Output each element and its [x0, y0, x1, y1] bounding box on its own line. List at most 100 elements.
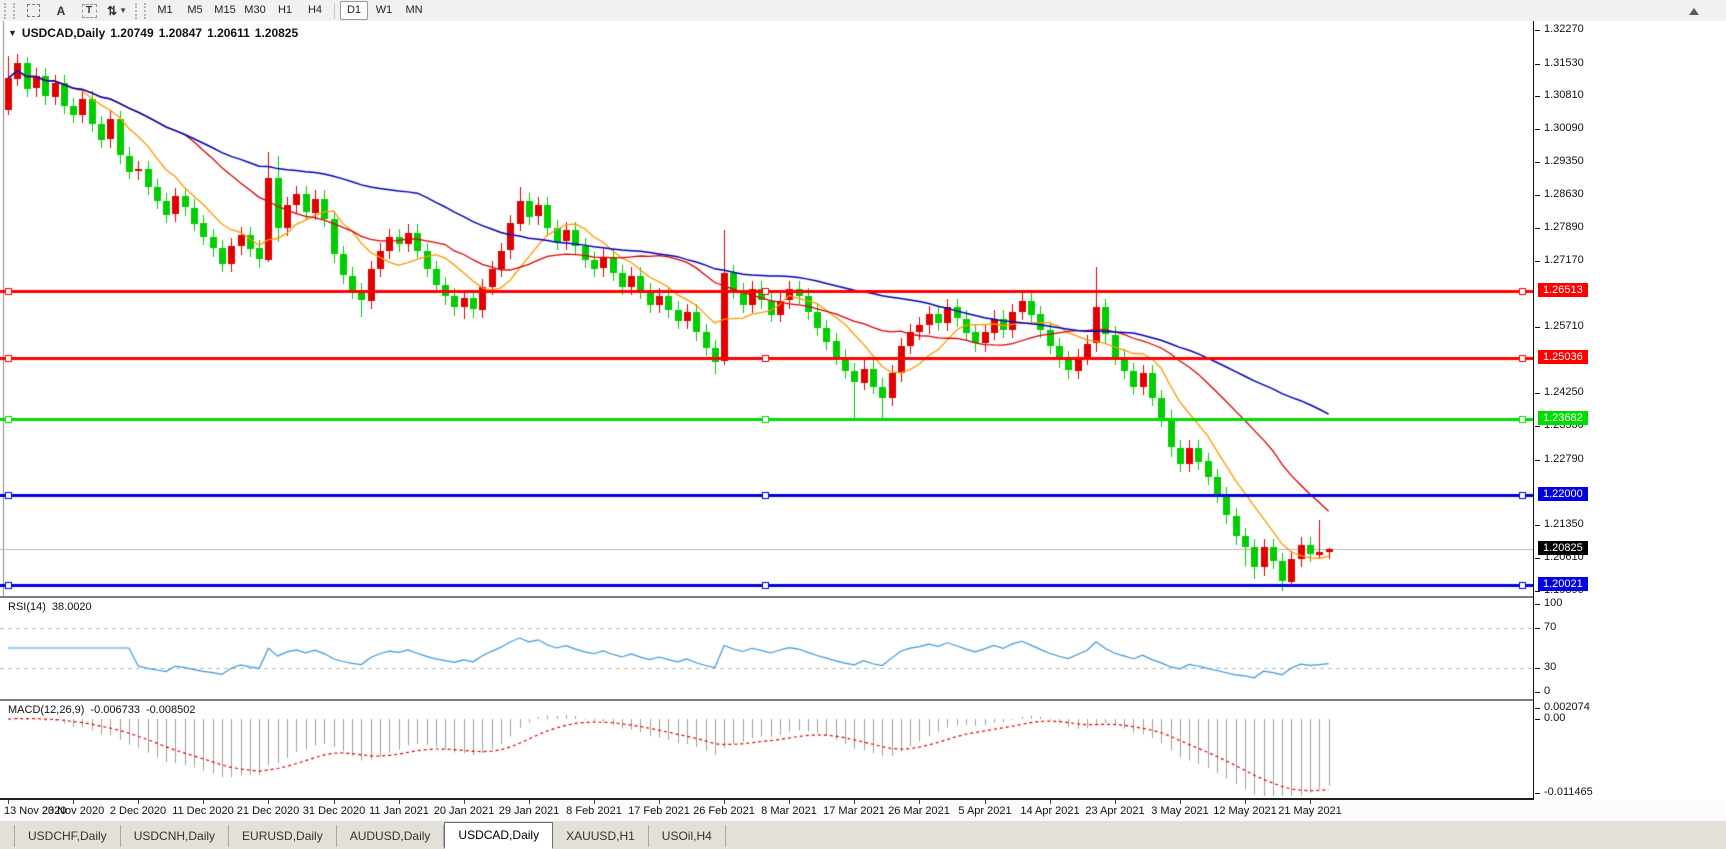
date-label: 2 Dec 2020 — [109, 805, 167, 817]
price-tick: 1.24250 — [1535, 386, 1584, 398]
timeframe-button-m15[interactable]: M15 — [211, 1, 239, 20]
price-tick: 1.21350 — [1535, 518, 1584, 530]
date-label: 3 May 2021 — [1151, 805, 1209, 817]
rsi-tick: 30 — [1534, 661, 1557, 673]
price-tick: 1.27170 — [1535, 254, 1584, 266]
time-tick — [1115, 800, 1116, 804]
time-tick — [399, 800, 400, 804]
chevron-down-icon: ▼ — [119, 6, 127, 15]
timeframe-button-w1[interactable]: W1 — [370, 1, 398, 20]
ohlc-open: 1.20749 — [110, 26, 154, 40]
date-label: 31 Dec 2020 — [302, 805, 366, 817]
price-tick: 1.22790 — [1535, 453, 1584, 465]
time-tick — [529, 800, 530, 804]
price-level-badge: 1.22000 — [1538, 487, 1588, 501]
cycle-arrows-icon[interactable]: ⇅ ▼ — [106, 2, 128, 19]
chart-dropdown-icon[interactable]: ▼ — [8, 28, 17, 38]
time-tick — [268, 800, 269, 804]
date-label: 5 Apr 2021 — [958, 805, 1012, 817]
date-label: 21 May 2021 — [1278, 805, 1342, 817]
macd-panel[interactable]: MACD(12,26,9) -0.006733 -0.008502 — [0, 701, 1726, 800]
date-label: 12 May 2021 — [1213, 805, 1277, 817]
price-chart-panel[interactable]: ▼ USDCAD,Daily 1.20749 1.20847 1.20611 1… — [0, 21, 1726, 598]
time-tick — [464, 800, 465, 804]
rsi-label: RSI(14) 38.0020 — [8, 601, 92, 613]
time-axis[interactable]: 13 Nov 2020 23 Nov 2020 2 Dec 2020 11 Dec 2… — [0, 800, 1726, 822]
ohlc-high: 1.20847 — [158, 26, 203, 40]
toolbar-separator — [334, 2, 335, 19]
timeframe-button-d1[interactable]: D1 — [340, 1, 368, 20]
chart-tab-usdcnh[interactable]: USDCNH,Daily — [121, 825, 230, 847]
chart-tab-usdcad[interactable]: USDCAD,Daily — [444, 822, 554, 849]
date-label: 8 Mar 2021 — [761, 805, 817, 817]
timeframe-button-mn[interactable]: MN — [400, 1, 428, 20]
chart-tab-eurusd[interactable]: EURUSD,Daily — [229, 825, 337, 847]
time-tick — [203, 800, 204, 804]
date-label: 29 Jan 2021 — [498, 805, 560, 817]
time-tick — [8, 800, 9, 804]
price-level-badge: 1.20825 — [1538, 541, 1588, 555]
date-label: 17 Mar 2021 — [823, 805, 885, 817]
macd-main-value: -0.006733 — [90, 704, 140, 716]
time-tick — [789, 800, 790, 804]
chart-tab-usoil[interactable]: USOil,H4 — [649, 825, 726, 847]
date-label: 20 Jan 2021 — [433, 805, 495, 817]
chart-tab-usdchf[interactable]: USDCHF,Daily — [14, 825, 121, 847]
macd-canvas[interactable] — [0, 701, 1533, 798]
macd-tick: 0.00 — [1534, 712, 1566, 724]
chart-tab-audusd[interactable]: AUDUSD,Daily — [337, 825, 445, 847]
chart-symbol-period: USDCAD,Daily — [21, 26, 106, 40]
time-tick — [985, 800, 986, 804]
toolbar: A T ⇅ ▼ M1 M5 M15 M30 H1 H4 D1 W1 MN — [0, 0, 1726, 22]
date-label: 14 Apr 2021 — [1020, 805, 1080, 817]
price-tick: 1.28630 — [1535, 188, 1584, 200]
price-tick: 1.27890 — [1535, 221, 1584, 233]
toolbar-gripper-2[interactable] — [135, 2, 146, 19]
date-label: 17 Feb 2021 — [628, 805, 690, 817]
timeframe-button-m30[interactable]: M30 — [241, 1, 269, 20]
chart-title: ▼ USDCAD,Daily 1.20749 1.20847 1.20611 1… — [8, 26, 298, 40]
terminal-window: A T ⇅ ▼ M1 M5 M15 M30 H1 H4 D1 W1 MN ▼ USDCAD,Dai… — [0, 0, 1726, 849]
date-label: 23 Apr 2021 — [1085, 805, 1145, 817]
rsi-value: 38.0020 — [51, 601, 92, 613]
text-box-icon[interactable]: T — [78, 2, 100, 19]
date-label: 11 Jan 2021 — [369, 805, 429, 817]
time-tick — [1050, 800, 1051, 804]
chart-tab-xauusd[interactable]: XAUUSD,H1 — [553, 825, 649, 847]
date-label: 23 Nov 2020 — [41, 805, 105, 817]
price-level-badge: 1.26513 — [1538, 283, 1588, 297]
date-label: 26 Mar 2021 — [888, 805, 950, 817]
price-tick: 1.29350 — [1535, 155, 1584, 167]
ohlc-close: 1.20825 — [254, 26, 299, 40]
time-tick — [594, 800, 595, 804]
timeframe-group: M1 M5 M15 M30 H1 H4 D1 W1 MN — [150, 1, 429, 20]
candlestick-canvas[interactable] — [0, 21, 1533, 596]
text-label-icon[interactable]: A — [50, 2, 72, 19]
toolbar-gripper[interactable] — [4, 2, 15, 19]
price-tick: 1.25710 — [1535, 320, 1584, 332]
time-tick — [1245, 800, 1246, 804]
timeframe-button-m5[interactable]: M5 — [181, 1, 209, 20]
macd-signal-value: -0.008502 — [145, 704, 196, 716]
time-tick — [724, 800, 725, 804]
chart-tab-bar: USDCHF,Daily USDCNH,Daily EURUSD,Daily AUDU… — [0, 821, 1726, 849]
timeframe-button-h1[interactable]: H1 — [271, 1, 299, 20]
price-tick: 1.30810 — [1535, 89, 1584, 101]
scroll-up-icon[interactable] — [1689, 8, 1699, 15]
rsi-tick: 100 — [1534, 597, 1563, 609]
date-label: 8 Feb 2021 — [566, 805, 622, 817]
timeframe-button-m1[interactable]: M1 — [151, 1, 179, 20]
price-axis[interactable]: 1.32270 1.31530 1.30810 1.30090 1.29350 1.286… — [1534, 21, 1726, 800]
date-label: 11 Dec 2020 — [172, 805, 234, 817]
rsi-canvas[interactable] — [0, 598, 1533, 699]
price-tick: 1.32270 — [1535, 23, 1584, 35]
rsi-panel[interactable]: RSI(14) 38.0020 — [0, 598, 1726, 701]
time-tick — [73, 800, 74, 804]
price-level-badge: 1.25036 — [1538, 350, 1588, 364]
timeframe-button-h4[interactable]: H4 — [301, 1, 329, 20]
time-tick — [659, 800, 660, 804]
macd-label: MACD(12,26,9) -0.006733 -0.008502 — [8, 704, 196, 716]
time-tick — [1180, 800, 1181, 804]
cursor-frame-icon[interactable] — [22, 2, 44, 19]
price-level-badge: 1.23682 — [1538, 411, 1588, 425]
